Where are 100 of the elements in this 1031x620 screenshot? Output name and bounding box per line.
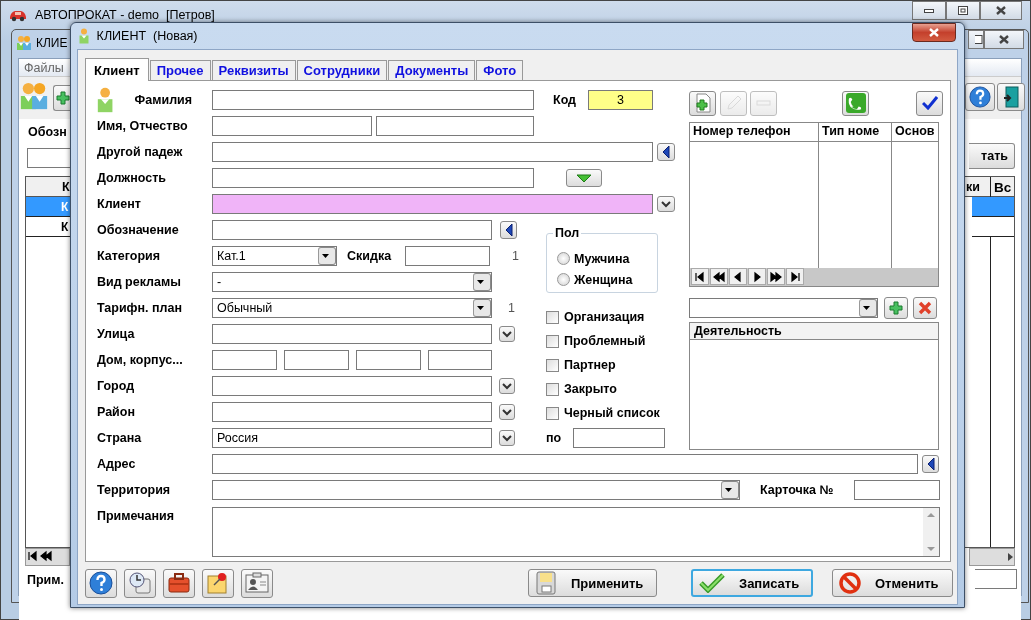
- text-field[interactable]: [428, 350, 492, 370]
- text-field[interactable]: [573, 428, 665, 448]
- checkbox[interactable]: [546, 334, 559, 348]
- last-record-button[interactable]: [786, 268, 804, 285]
- field-label: Имя, Отчество: [97, 119, 189, 133]
- confirm-button[interactable]: [916, 90, 943, 116]
- add-button[interactable]: [689, 90, 716, 116]
- text-field[interactable]: [376, 116, 534, 136]
- phone-button[interactable]: [842, 90, 869, 116]
- close-icon: [929, 28, 939, 37]
- column-header: Деятельность: [690, 323, 938, 340]
- text-field[interactable]: [212, 220, 492, 240]
- text-field[interactable]: [854, 480, 940, 500]
- next-record-button[interactable]: [748, 268, 766, 285]
- field-label: Обозначение: [97, 223, 180, 237]
- dropdown-button[interactable]: [566, 169, 602, 187]
- delete-button[interactable]: [913, 297, 937, 319]
- dropdown-button[interactable]: [499, 404, 515, 420]
- radio-button[interactable]: [557, 273, 570, 286]
- radio-button[interactable]: [557, 252, 570, 265]
- text-field[interactable]: [212, 90, 534, 110]
- first-record-button[interactable]: [691, 268, 709, 285]
- dropdown-arrow-icon: [724, 488, 732, 492]
- apply-button[interactable]: Применить: [528, 569, 657, 597]
- search-button[interactable]: тать: [969, 143, 1015, 169]
- checkbox-label: Проблемный: [564, 334, 646, 348]
- activity-list[interactable]: Деятельность: [689, 322, 939, 450]
- minimize-button[interactable]: [912, 1, 946, 20]
- value-text: 1: [508, 301, 515, 315]
- next-page-button[interactable]: [767, 268, 785, 285]
- field-label: Улица: [97, 327, 136, 341]
- dropdown-arrow-icon: [476, 306, 484, 310]
- text-field[interactable]: [405, 246, 490, 266]
- save-button[interactable]: Записать: [691, 569, 813, 597]
- previous-page-button[interactable]: [710, 268, 728, 285]
- text-field[interactable]: Россия: [212, 428, 492, 448]
- close-button[interactable]: [984, 30, 1024, 49]
- close-button[interactable]: [912, 23, 956, 42]
- text-field[interactable]: [212, 194, 653, 214]
- text-field[interactable]: [356, 350, 421, 370]
- dropdown-field[interactable]: Кат.1: [212, 246, 337, 266]
- code-field[interactable]: 3: [588, 90, 653, 110]
- field-label: Тарифн. план: [97, 301, 184, 315]
- first-record-icon: [27, 550, 39, 562]
- clock-scroll-icon: [128, 571, 152, 595]
- tab[interactable]: Реквизиты: [211, 60, 296, 80]
- dropdown-field[interactable]: Обычный: [212, 298, 492, 318]
- tab[interactable]: Сотрудники: [296, 60, 388, 80]
- add-button[interactable]: [884, 297, 908, 319]
- text-field[interactable]: [212, 142, 653, 162]
- maximize-button[interactable]: [946, 1, 980, 20]
- tab[interactable]: Документы: [388, 60, 476, 80]
- radio-label: Женщина: [574, 272, 633, 287]
- contact-button[interactable]: [241, 568, 273, 598]
- text-field[interactable]: [212, 324, 492, 344]
- maximize-button[interactable]: [968, 30, 984, 49]
- text-field[interactable]: [212, 168, 534, 188]
- note-button[interactable]: [202, 568, 234, 598]
- column-header: Вс: [994, 180, 1012, 195]
- arrow-left-button[interactable]: [657, 143, 675, 161]
- checkbox-label: Организация: [564, 310, 645, 324]
- dropdown-field[interactable]: [689, 298, 878, 318]
- text-field[interactable]: [212, 116, 372, 136]
- checkbox[interactable]: [546, 358, 559, 372]
- text-field[interactable]: [212, 454, 918, 474]
- text-field[interactable]: [212, 402, 492, 422]
- cancel-button[interactable]: Отменить: [832, 569, 953, 597]
- checkbox[interactable]: [546, 406, 559, 420]
- text-field[interactable]: [212, 350, 277, 370]
- briefcase-button[interactable]: [163, 568, 195, 598]
- history-button[interactable]: [124, 568, 156, 598]
- notes-field[interactable]: [212, 507, 940, 557]
- scrollbar-icon: [923, 508, 939, 556]
- tab[interactable]: Фото: [476, 60, 524, 80]
- tab[interactable]: Прочее: [149, 60, 211, 80]
- notes-field[interactable]: [975, 569, 1017, 589]
- help-button[interactable]: [965, 83, 995, 111]
- dropdown-button[interactable]: [499, 326, 515, 342]
- dropdown-field[interactable]: [212, 480, 740, 500]
- dropdown-button[interactable]: [499, 378, 515, 394]
- checkbox-label: Черный список: [564, 406, 660, 420]
- checkbox[interactable]: [546, 310, 559, 324]
- dropdown-button[interactable]: [499, 430, 515, 446]
- close-button[interactable]: [980, 1, 1022, 20]
- dropdown-button[interactable]: [657, 196, 675, 212]
- dropdown-arrow-icon: [476, 280, 484, 284]
- help-button[interactable]: [85, 568, 117, 598]
- checkbox[interactable]: [546, 382, 559, 396]
- arrow-left-button[interactable]: [500, 221, 517, 239]
- arrow-left-button[interactable]: [922, 455, 939, 473]
- text-field[interactable]: [284, 350, 349, 370]
- exit-button[interactable]: [997, 83, 1025, 111]
- previous-record-button[interactable]: [729, 268, 747, 285]
- phone-icon: [844, 92, 867, 114]
- text-field[interactable]: [212, 376, 492, 396]
- filter-field[interactable]: [27, 148, 71, 168]
- table-row[interactable]: [972, 217, 1014, 237]
- menu-item[interactable]: Файлы: [24, 61, 64, 75]
- tab[interactable]: Клиент: [85, 58, 149, 81]
- dropdown-field[interactable]: -: [212, 272, 492, 292]
